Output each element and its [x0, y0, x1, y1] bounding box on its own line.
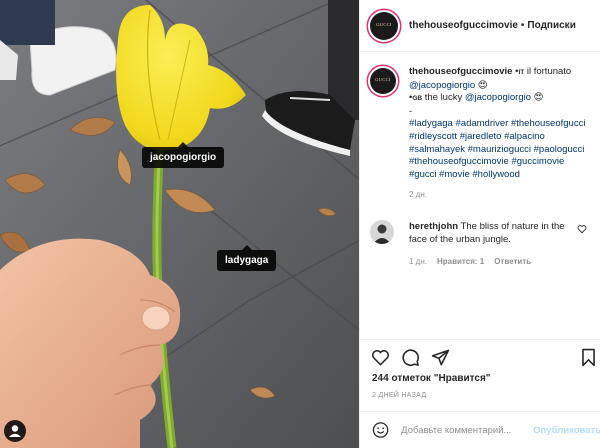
tagged-people-button[interactable]	[4, 420, 26, 442]
hashtag-link[interactable]: #movie	[439, 169, 470, 180]
caption-age: 2 дн.	[409, 190, 427, 200]
caption-dash: -	[409, 105, 413, 117]
mention-link[interactable]: @jacopogiorgio	[409, 80, 475, 91]
instagram-post: jacopogiorgio ladygaga GUCCI thehouseofg…	[0, 0, 600, 448]
avatar[interactable]: GUCCI	[370, 11, 398, 40]
user-tag[interactable]: jacopogiorgio	[142, 142, 225, 168]
hashtag-link[interactable]: #thehouseofgucci	[511, 118, 585, 129]
avatar-photo	[370, 219, 394, 244]
hashtag-link[interactable]: #ladygaga	[409, 118, 453, 129]
avatar-text: GUCCI	[375, 77, 391, 82]
caption-fragment: the lucky	[422, 92, 465, 104]
publish-button[interactable]: Опубликовать	[533, 425, 600, 436]
post-header: GUCCI thehouseofguccimovie • Подписки	[360, 0, 600, 52]
caption-hashtags: #ladygaga #adamdriver #thehouseofgucci #…	[409, 118, 585, 179]
comment-meta: 1 дн. Нравится: 1 Ответить	[409, 255, 584, 268]
caption-line-2: •GB the lucky @jacopogiorgio 😍	[409, 92, 544, 103]
avatar-text: GUCCI	[376, 21, 392, 27]
header-username[interactable]: thehouseofguccimovie	[409, 20, 518, 31]
hashtag-link[interactable]: #gucci	[409, 169, 436, 180]
mention-link[interactable]: @jacopogiorgio	[465, 92, 531, 103]
avatar[interactable]	[370, 219, 394, 244]
post-photo[interactable]: jacopogiorgio ladygaga	[0, 0, 359, 448]
heart-icon[interactable]	[577, 224, 587, 234]
comment-age: 1 дн.	[409, 256, 427, 266]
hashtag-link[interactable]: #alpacino	[504, 131, 545, 142]
person-icon	[9, 425, 21, 437]
heart-icon[interactable]	[371, 348, 390, 367]
photo-scene	[0, 0, 359, 448]
caption: GUCCI thehouseofguccimovie •IT il fortun…	[370, 66, 591, 202]
add-comment-bar: Опубликовать	[360, 411, 600, 448]
comments-list[interactable]: GUCCI thehouseofguccimovie •IT il fortun…	[360, 52, 600, 339]
hashtag-link[interactable]: #mauriziogucci	[468, 144, 531, 155]
caption-username[interactable]: thehouseofguccimovie	[409, 66, 512, 77]
likes-count[interactable]: 244 отметок "Нравится"	[372, 373, 491, 384]
flag-text: GB	[412, 95, 423, 103]
list-item: herethjohn The bliss of nature in the fa…	[370, 219, 591, 268]
hashtag-link[interactable]: #guccimovie	[511, 156, 564, 167]
hashtag-link[interactable]: #hollywood	[472, 169, 520, 180]
reply-button[interactable]: Ответить	[494, 255, 531, 268]
emoji-icon[interactable]	[372, 420, 389, 440]
hashtag-link[interactable]: #jaredleto	[460, 131, 502, 142]
comment-username[interactable]: herethjohn	[409, 221, 458, 232]
comment-icon[interactable]	[401, 348, 420, 367]
action-bar	[360, 339, 600, 373]
hashtag-link[interactable]: #thehouseofguccimovie	[409, 156, 509, 167]
caption-fragment: 😍	[531, 92, 544, 104]
comment-likes[interactable]: Нравится: 1	[437, 255, 484, 268]
hashtag-link[interactable]: #salmahayek	[409, 144, 465, 155]
comment-input[interactable]	[401, 424, 534, 436]
header-separator: •	[520, 20, 525, 31]
bookmark-icon[interactable]	[580, 348, 597, 367]
user-tag[interactable]: ladygaga	[217, 245, 277, 271]
comment-text: herethjohn The bliss of nature in the fa…	[409, 220, 584, 268]
hashtag-link[interactable]: #adamdriver	[456, 118, 509, 129]
share-icon[interactable]	[431, 348, 450, 367]
caption-fragment: il fortunato	[524, 66, 572, 77]
caption-text: thehouseofguccimovie •IT il fortunato @j…	[409, 66, 591, 202]
post-sidebar: GUCCI thehouseofguccimovie • Подписки GU…	[359, 0, 600, 448]
caption-fragment: 😍	[475, 79, 488, 91]
post-date: 2 ДНЕЙ НАЗАД	[372, 392, 427, 399]
hashtag-link[interactable]: #ridleyscott	[409, 131, 457, 142]
following-button[interactable]: Подписки	[527, 20, 575, 31]
hashtag-link[interactable]: #paologucci	[534, 144, 585, 155]
avatar[interactable]: GUCCI	[370, 68, 396, 94]
